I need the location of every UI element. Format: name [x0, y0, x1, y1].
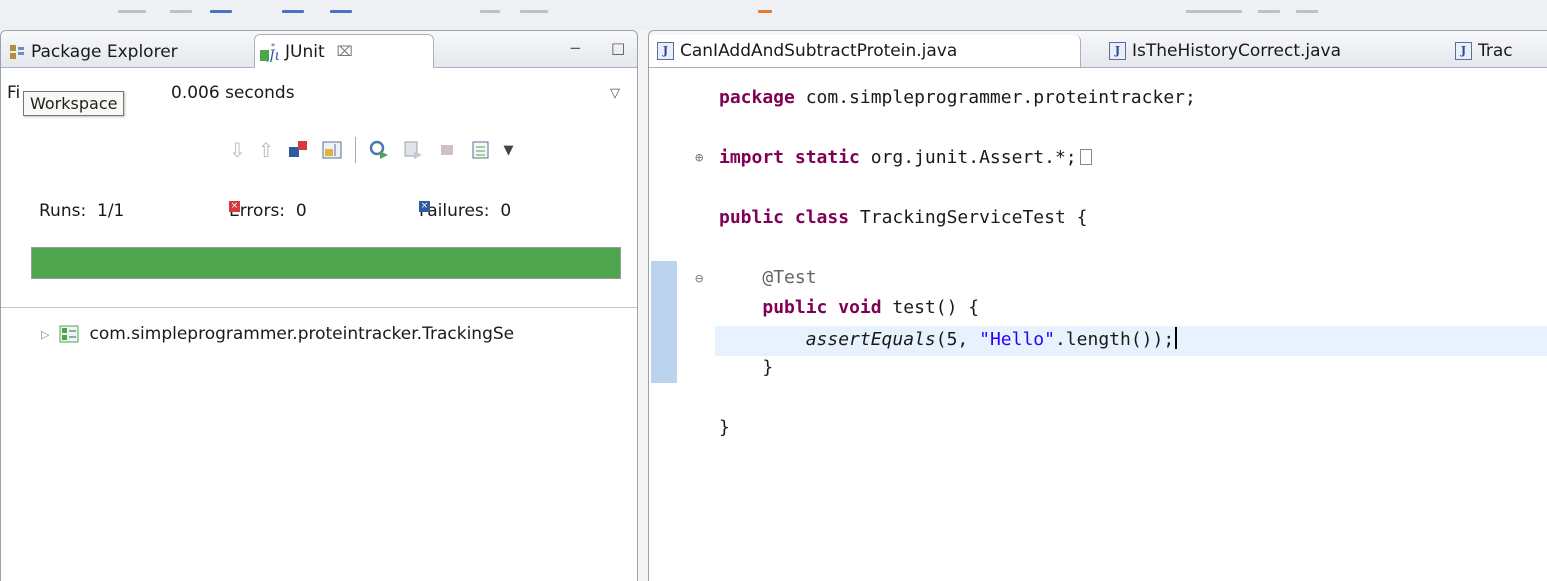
runs-value: 1/1 — [97, 201, 125, 221]
failure-icon: × — [419, 201, 430, 212]
view-tab-bar: Package Explorer Ju * JUnit ⌧ − □ — [1, 31, 637, 68]
editor-tab-caniaddandsubtractprotein[interactable]: J CanIAddAndSubtractProtein.java — [649, 35, 1081, 67]
editor-tab-trackingservice[interactable]: J Trac — [1455, 35, 1513, 67]
code-line: import static org.junit.Assert.*; — [719, 147, 1092, 168]
close-icon[interactable]: ⌧ — [337, 44, 353, 60]
junit-icon: Ju * — [260, 42, 279, 62]
java-file-icon: J — [1455, 42, 1472, 60]
code-line: assertEquals(5, "Hello".length()); — [719, 327, 1178, 350]
toolbar-icon[interactable] — [520, 10, 548, 13]
scroll-lock-icon[interactable] — [321, 139, 343, 161]
errors-counter: × Errors: 0 — [229, 201, 307, 221]
toolbar-icon[interactable] — [282, 10, 304, 13]
package-explorer-icon — [10, 45, 24, 59]
test-tree-item[interactable]: ▷ com.simpleprogrammer.proteintracker.Tr… — [41, 321, 631, 347]
failures-counter: × Failures: 0 — [419, 201, 511, 221]
progress-fill — [32, 248, 620, 278]
editor-tab-label: IsTheHistoryCorrect.java — [1132, 41, 1342, 61]
toolbar-icon[interactable] — [1296, 10, 1318, 13]
toolbar-icon[interactable] — [210, 10, 232, 13]
main-toolbar — [0, 0, 1547, 30]
editor-tab-label: CanIAddAndSubtractProtein.java — [680, 41, 958, 61]
expand-fold-icon[interactable]: ⊕ — [695, 150, 703, 166]
tooltip: Workspace — [23, 91, 125, 116]
editor-tab-bar: J CanIAddAndSubtractProtein.java J IsThe… — [649, 31, 1547, 68]
collapse-fold-icon[interactable]: ⊖ — [695, 271, 703, 287]
tab-label: JUnit — [285, 41, 325, 62]
failures-value: 0 — [500, 201, 512, 221]
minimize-icon[interactable]: − — [569, 39, 582, 57]
previous-failure-icon[interactable]: ⇧ — [258, 138, 275, 162]
stop-icon[interactable] — [436, 139, 458, 161]
toolbar-icon[interactable] — [480, 10, 500, 13]
view-menu-icon[interactable]: ▽ — [610, 86, 620, 101]
rerun-failed-first-icon[interactable] — [402, 139, 424, 161]
code-line: public class TrackingServiceTest { — [719, 207, 1088, 228]
tree-item-label: com.simpleprogrammer.proteintracker.Trac… — [89, 324, 515, 344]
toolbar-icon[interactable] — [1186, 10, 1242, 13]
junit-view: Package Explorer Ju * JUnit ⌧ − □ Fi 0.0… — [0, 30, 638, 581]
expand-arrow-icon[interactable]: ▷ — [41, 328, 49, 341]
test-counters: Runs: 1/1 × Errors: 0 × Failures: 0 — [39, 201, 619, 227]
test-run-history-icon[interactable] — [470, 139, 492, 161]
editor-tab-label: Trac — [1478, 41, 1513, 61]
error-icon: × — [229, 201, 240, 212]
finished-time: 0.006 seconds — [171, 83, 295, 103]
tab-label: Package Explorer — [31, 42, 178, 62]
chevron-down-icon[interactable]: ▼ — [504, 143, 514, 158]
toolbar-icon[interactable] — [330, 10, 352, 13]
text-caret — [1175, 327, 1178, 349]
runs-counter: Runs: 1/1 — [39, 201, 124, 221]
code-line: } — [719, 417, 730, 438]
toolbar-separator — [354, 137, 356, 163]
folded-code-icon[interactable] — [1079, 149, 1092, 165]
runs-label: Runs: — [39, 201, 87, 221]
show-failures-only-icon[interactable] — [287, 139, 309, 161]
maximize-icon[interactable]: □ — [611, 39, 625, 57]
errors-value: 0 — [295, 201, 307, 221]
code-line: } — [762, 357, 774, 378]
toolbar-icon[interactable] — [758, 10, 772, 13]
code-editor: J CanIAddAndSubtractProtein.java J IsThe… — [648, 30, 1547, 581]
tab-junit[interactable]: Ju * JUnit ⌧ — [254, 34, 434, 68]
rerun-test-icon[interactable] — [368, 139, 390, 161]
next-failure-icon[interactable]: ⇩ — [229, 138, 246, 162]
test-progress-bar — [31, 247, 621, 279]
editor-tab-isthehistorycorrect[interactable]: J IsTheHistoryCorrect.java — [1109, 35, 1341, 67]
finished-prefix: Fi — [7, 83, 21, 103]
svg-text:*: * — [271, 42, 275, 51]
toolbar-icon[interactable] — [1258, 10, 1280, 13]
overview-ruler-highlight — [651, 261, 677, 383]
test-class-icon — [59, 325, 79, 343]
code-line: @Test — [762, 267, 817, 288]
java-file-icon: J — [657, 42, 674, 60]
java-file-icon: J — [1109, 42, 1126, 60]
junit-toolbar: ⇩ ⇧ ▼ — [229, 135, 514, 165]
code-line: public void test() { — [762, 297, 980, 318]
code-line: package com.simpleprogrammer.proteintrac… — [719, 87, 1196, 108]
tab-package-explorer[interactable]: Package Explorer — [9, 37, 178, 67]
toolbar-icon[interactable] — [170, 10, 192, 13]
divider[interactable] — [1, 307, 637, 308]
toolbar-icon[interactable] — [118, 10, 146, 13]
